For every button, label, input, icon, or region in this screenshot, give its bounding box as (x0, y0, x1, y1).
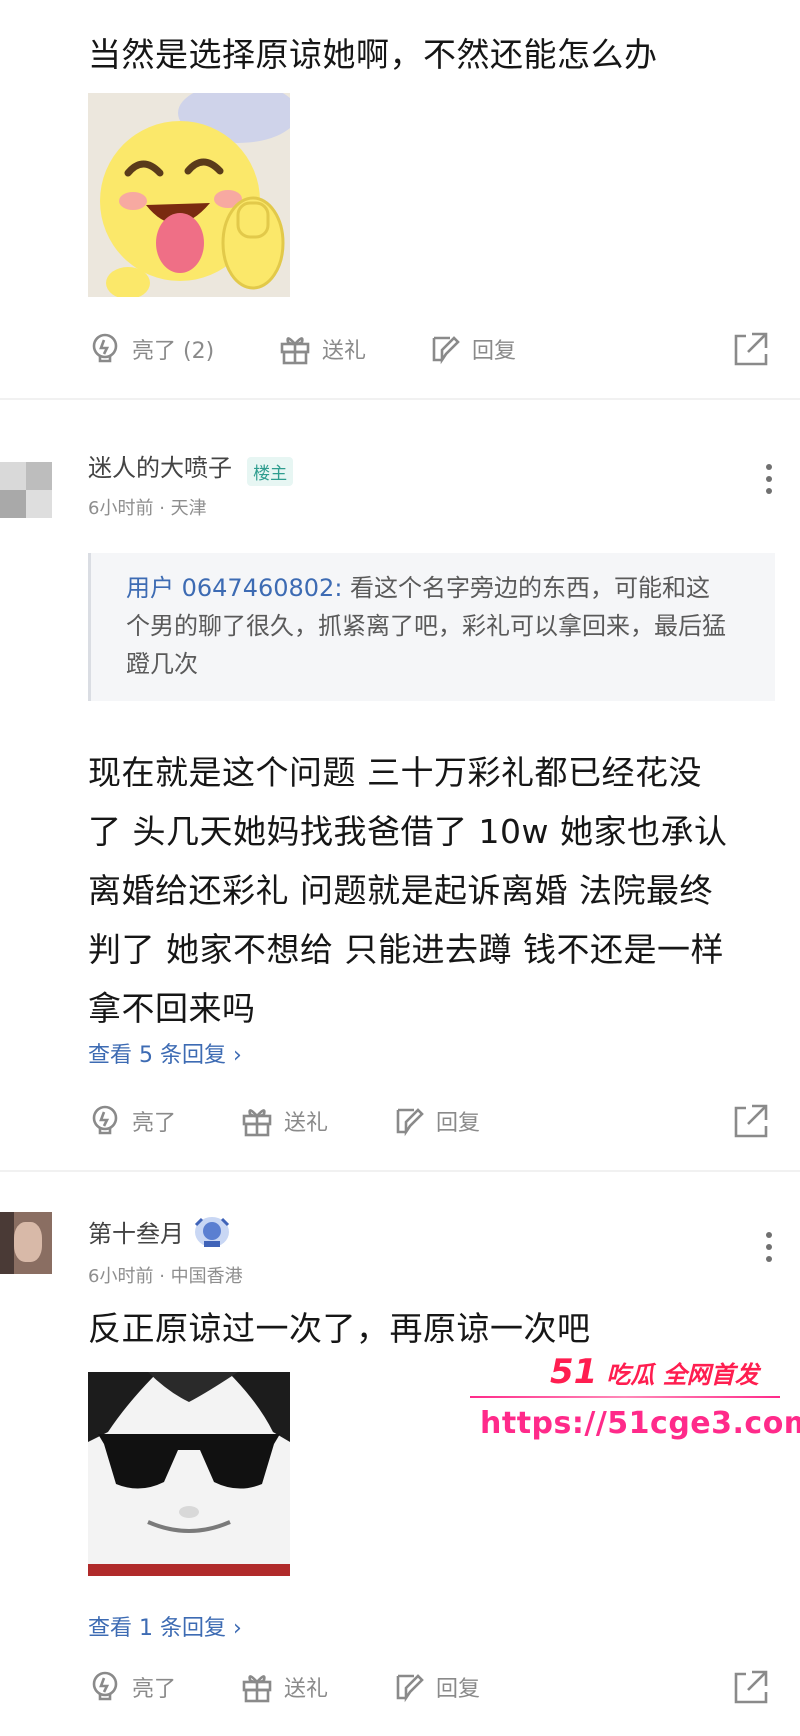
share-button[interactable] (732, 330, 770, 368)
edit-reply-icon (432, 336, 460, 365)
watermark-line (470, 1396, 780, 1398)
divider (0, 398, 800, 400)
divider (0, 1170, 800, 1172)
lightbulb-icon (92, 1105, 118, 1135)
like-button[interactable]: 亮了 (2) (88, 332, 214, 366)
username[interactable]: 迷人的大喷子 (88, 454, 232, 482)
watermark-brand-number: 51 (550, 1352, 598, 1392)
gift-button[interactable]: 送礼 (278, 332, 366, 366)
avatar[interactable] (0, 462, 52, 518)
gift-icon (280, 337, 310, 365)
gift-label: 送礼 (284, 1111, 329, 1136)
laughing-face-icon (88, 93, 290, 297)
comment-2-line: 拿不回来吗 (88, 989, 256, 1028)
reply-button[interactable]: 回复 (392, 1104, 480, 1138)
quoted-comment-body: 用户 0647460802: 看这个名字旁边的东西，可能和这个男的聊了很久，抓紧… (126, 569, 726, 683)
comment-3-header: 第十叁月 (88, 1214, 232, 1249)
reply-label: 回复 (436, 1111, 481, 1136)
share-icon (734, 332, 768, 366)
like-label: 亮了 (132, 1677, 177, 1702)
gift-icon (242, 1109, 272, 1137)
share-icon (734, 1670, 768, 1704)
comment-2-meta: 6小时前 · 天津 (88, 494, 207, 520)
comment-2-line: 现在就是这个问题 三十万彩礼都已经花没 (88, 753, 702, 792)
comment-1-sticker-image[interactable] (88, 93, 290, 297)
comment-3-meta: 6小时前 · 中国香港 (88, 1262, 243, 1288)
comment-3-text: 反正原谅过一次了，再原谅一次吧 (88, 1309, 591, 1348)
like-label: 亮了 (132, 1111, 177, 1136)
watermark-brand-text: 吃瓜 全网首发 (606, 1361, 759, 1389)
avatar[interactable] (0, 1212, 52, 1274)
like-button[interactable]: 亮了 (88, 1104, 176, 1138)
gift-button[interactable]: 送礼 (240, 1104, 328, 1138)
reply-label: 回复 (436, 1677, 481, 1702)
more-options-icon[interactable] (764, 1232, 774, 1262)
timestamp: 6小时前 (88, 498, 154, 519)
like-label: 亮了 (2) (132, 339, 215, 364)
comment-2-text: 现在就是这个问题 三十万彩礼都已经花没 了 头几天她妈找我爸借了 10w 她家也… (88, 748, 788, 1043)
comment-2-line: 判了 她家不想给 只能进去蹲 钱不还是一样 (88, 930, 724, 969)
gift-icon (242, 1675, 272, 1703)
lightbulb-icon (92, 333, 118, 363)
comment-1-text: 当然是选择原谅她啊，不然还能怎么办 (88, 35, 658, 74)
comment-2-line: 了 头几天她妈找我爸借了 10w 她家也承认 (88, 812, 728, 851)
comment-3-sticker-image[interactable] (88, 1372, 290, 1576)
reply-label: 回复 (472, 339, 517, 364)
view-replies-link[interactable]: 查看 5 条回复 › (88, 1037, 242, 1069)
sunglasses-face-icon (88, 1372, 290, 1576)
reply-button[interactable]: 回复 (392, 1670, 480, 1704)
watermark-url: https://51cge3.com (480, 1406, 800, 1441)
comment-2-line: 离婚给还彩礼 问题就是起诉离婚 法院最终 (88, 871, 713, 910)
like-button[interactable]: 亮了 (88, 1670, 176, 1704)
edit-reply-icon (396, 1108, 424, 1137)
view-replies-link[interactable]: 查看 1 条回复 › (88, 1610, 242, 1642)
location: 中国香港 (170, 1266, 243, 1287)
meta-separator: · (159, 498, 171, 519)
meta-separator: · (159, 1266, 171, 1287)
watermark: 51 吃瓜 全网首发 https://51cge3.com (470, 1352, 800, 1448)
op-badge: 楼主 (247, 457, 294, 486)
user-level-badge-icon (194, 1216, 230, 1247)
comment-2-header: 迷人的大喷子 楼主 (88, 448, 294, 486)
lightbulb-icon (92, 1671, 118, 1701)
edit-reply-icon (396, 1674, 424, 1703)
watermark-brand: 51 吃瓜 全网首发 (550, 1352, 759, 1392)
more-options-icon[interactable] (764, 464, 774, 494)
location: 天津 (170, 498, 207, 519)
share-button[interactable] (732, 1102, 770, 1140)
quoted-user[interactable]: 用户 0647460802: (126, 574, 342, 602)
reply-button[interactable]: 回复 (428, 332, 516, 366)
share-icon (734, 1104, 768, 1138)
gift-button[interactable]: 送礼 (240, 1670, 328, 1704)
share-button[interactable] (732, 1668, 770, 1706)
gift-label: 送礼 (284, 1677, 329, 1702)
quoted-comment[interactable]: 用户 0647460802: 看这个名字旁边的东西，可能和这个男的聊了很久，抓紧… (88, 553, 775, 701)
gift-label: 送礼 (322, 339, 367, 364)
timestamp: 6小时前 (88, 1266, 154, 1287)
username[interactable]: 第十叁月 (88, 1214, 184, 1249)
